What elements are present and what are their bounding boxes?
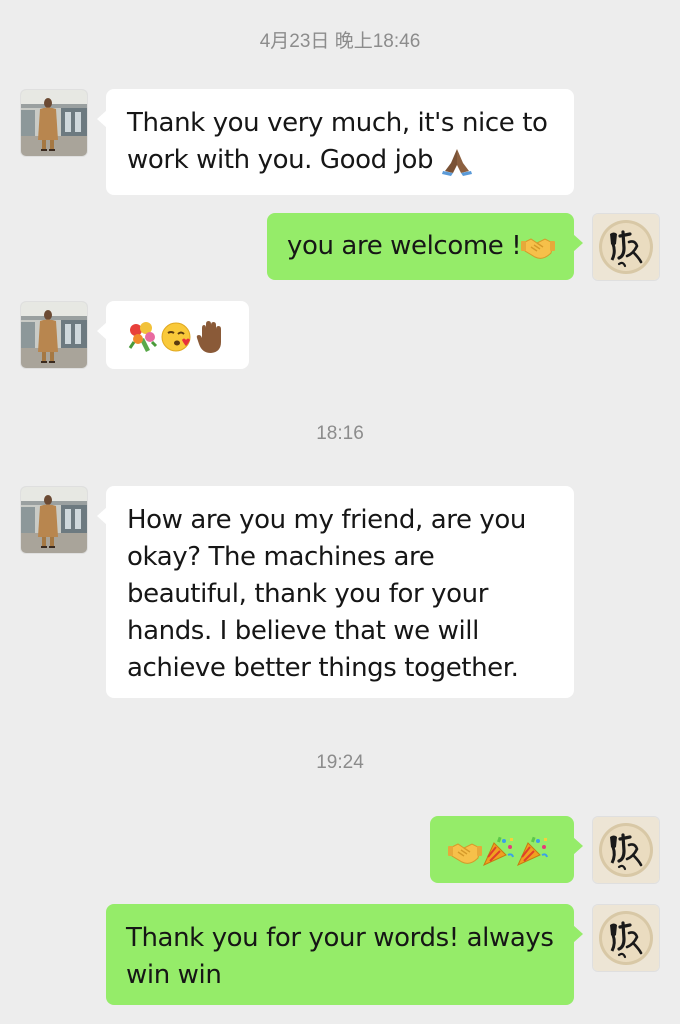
message-bubble-incoming[interactable] — [97, 301, 249, 369]
bouquet-emoji-icon — [126, 320, 160, 354]
message-text: How are you my friend, are you okay? The… — [127, 505, 526, 683]
message-bubble-outgoing[interactable]: Thank you for your words! always win win — [106, 904, 583, 1005]
face-blowing-kiss-emoji-icon — [160, 320, 194, 354]
handshake-emoji-icon — [448, 836, 482, 868]
handshake-emoji-icon — [521, 231, 556, 263]
chat-timestamp: 19:24 — [316, 752, 364, 773]
party-popper-emoji-icon — [516, 835, 550, 869]
message-text: Thank you very much, it's nice to work w… — [127, 108, 548, 175]
my-avatar[interactable] — [593, 214, 659, 280]
message-bubble-incoming[interactable]: How are you my friend, are you okay? The… — [97, 486, 574, 698]
party-popper-emoji-icon — [482, 835, 516, 869]
chat-timestamp: 18:16 — [316, 423, 364, 444]
chat-timestamp: 4月23日 晚上18:46 — [259, 31, 421, 52]
my-avatar[interactable] — [593, 905, 659, 971]
message-bubble-outgoing[interactable]: you are welcome ! — [267, 213, 583, 280]
raised-hand-emoji-icon — [194, 320, 226, 354]
message-bubble-outgoing[interactable] — [430, 816, 583, 883]
message-text: you are welcome ! — [287, 231, 522, 261]
contact-avatar[interactable] — [21, 302, 87, 368]
my-avatar[interactable] — [593, 817, 659, 883]
contact-avatar[interactable] — [21, 487, 87, 553]
message-bubble-incoming[interactable]: Thank you very much, it's nice to work w… — [97, 89, 574, 195]
folded-hands-emoji-icon — [441, 145, 473, 177]
message-text: Thank you for your words! always win win — [126, 923, 554, 990]
contact-avatar[interactable] — [21, 90, 87, 156]
